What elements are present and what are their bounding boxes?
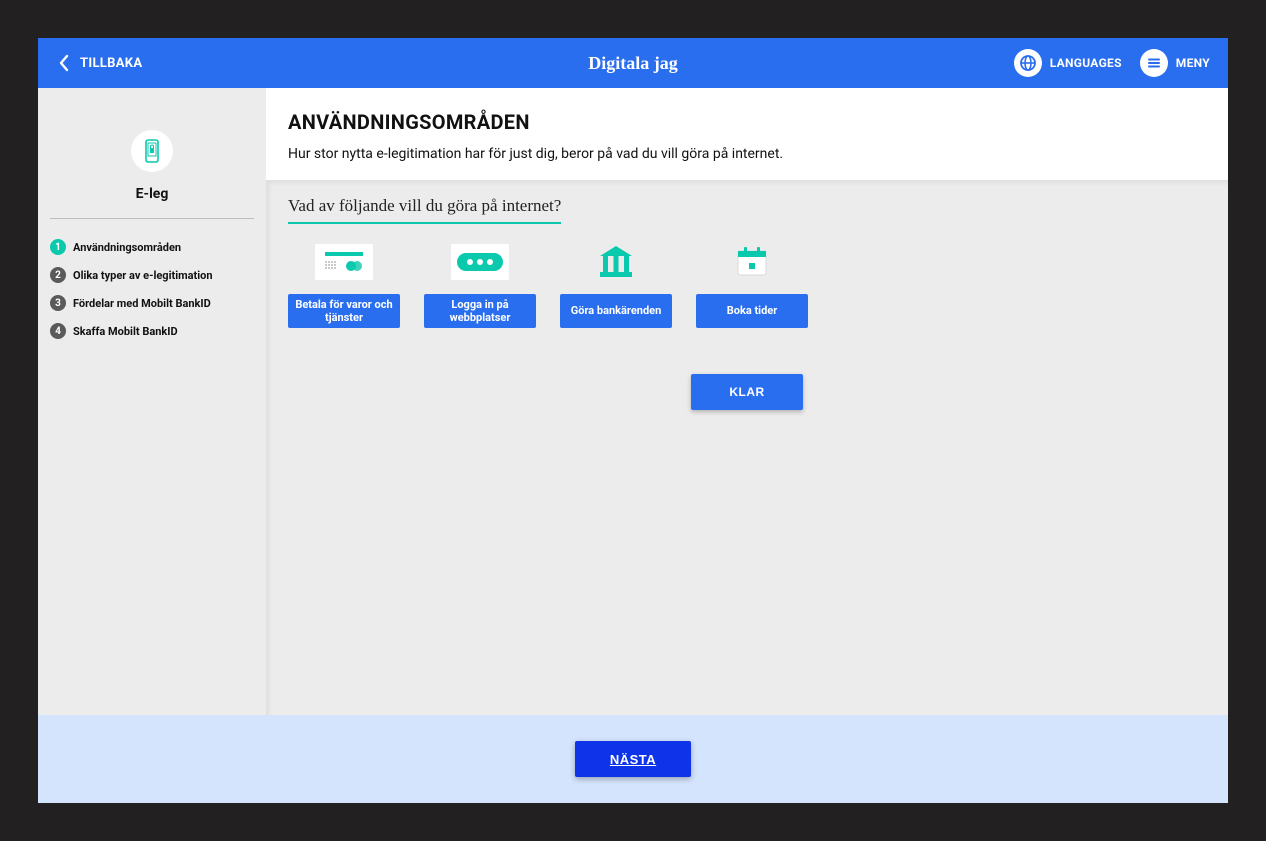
menu-icon — [1140, 49, 1168, 77]
option-bank[interactable]: Göra bankärenden — [560, 244, 672, 328]
next-button[interactable]: NÄSTA — [575, 741, 691, 777]
header-actions: LANGUAGES MENY — [1014, 49, 1210, 77]
back-label: TILLBAKA — [80, 56, 142, 71]
chevron-left-icon — [56, 53, 70, 73]
sidebar-step-2[interactable]: 2 Olika typer av e-legitimation — [50, 267, 254, 283]
option-book[interactable]: Boka tider — [696, 244, 808, 328]
option-button: Boka tider — [696, 294, 808, 328]
step-label: Olika typer av e-legitimation — [73, 269, 213, 282]
bank-icon — [587, 244, 645, 280]
intro-text: Hur stor nytta e-legitimation har för ju… — [288, 146, 1206, 162]
back-button[interactable]: TILLBAKA — [56, 53, 142, 73]
done-button[interactable]: KLAR — [691, 374, 803, 410]
step-number: 3 — [50, 295, 66, 311]
content-area: Vad av följande vill du göra på internet… — [266, 180, 1228, 715]
step-label: Skaffa Mobilt BankID — [73, 325, 178, 338]
globe-icon — [1014, 49, 1042, 77]
sidebar-title: E-leg — [136, 186, 169, 202]
sidebar-step-3[interactable]: 3 Fördelar med Mobilt BankID — [50, 295, 254, 311]
page-title: Digitala jag — [588, 53, 678, 74]
languages-label: LANGUAGES — [1050, 56, 1122, 70]
password-icon — [451, 244, 509, 280]
languages-button[interactable]: LANGUAGES — [1014, 49, 1122, 77]
step-number: 1 — [50, 239, 66, 255]
option-button: Göra bankärenden — [560, 294, 672, 328]
option-button: Betala för varor och tjänster — [288, 294, 400, 328]
body: E-leg 1 Användningsområden 2 Olika typer… — [38, 88, 1228, 715]
app-frame: TILLBAKA Digitala jag LANGUAGES MENY E — [38, 38, 1228, 803]
step-number: 2 — [50, 267, 66, 283]
header-bar: TILLBAKA Digitala jag LANGUAGES MENY — [38, 38, 1228, 88]
sidebar-step-4[interactable]: 4 Skaffa Mobilt BankID — [50, 323, 254, 339]
sidebar-step-1[interactable]: 1 Användningsområden — [50, 239, 254, 255]
footer-bar: NÄSTA — [38, 715, 1228, 803]
menu-button[interactable]: MENY — [1140, 49, 1210, 77]
options-row: Betala för varor och tjänster Logga in p… — [288, 244, 1206, 328]
option-button: Logga in på webbplatser — [424, 294, 536, 328]
step-number: 4 — [50, 323, 66, 339]
sidebar-divider — [50, 218, 254, 219]
step-label: Användningsområden — [73, 241, 181, 254]
option-pay[interactable]: Betala för varor och tjänster — [288, 244, 400, 328]
credit-card-icon — [315, 244, 373, 280]
sidebar: E-leg 1 Användningsområden 2 Olika typer… — [38, 88, 266, 715]
calendar-icon — [723, 244, 781, 280]
menu-label: MENY — [1176, 56, 1210, 70]
option-login[interactable]: Logga in på webbplatser — [424, 244, 536, 328]
intro-heading: ANVÄNDNINGSOMRÅDEN — [288, 110, 1206, 134]
sidebar-steps: 1 Användningsområden 2 Olika typer av e-… — [50, 239, 254, 339]
intro-section: ANVÄNDNINGSOMRÅDEN Hur stor nytta e-legi… — [266, 88, 1228, 180]
step-label: Fördelar med Mobilt BankID — [73, 297, 211, 310]
main-panel: ANVÄNDNINGSOMRÅDEN Hur stor nytta e-legi… — [266, 88, 1228, 715]
sidebar-module-icon — [131, 130, 173, 172]
klar-wrap: KLAR — [288, 374, 1206, 410]
question-text: Vad av följande vill du göra på internet… — [288, 196, 561, 224]
